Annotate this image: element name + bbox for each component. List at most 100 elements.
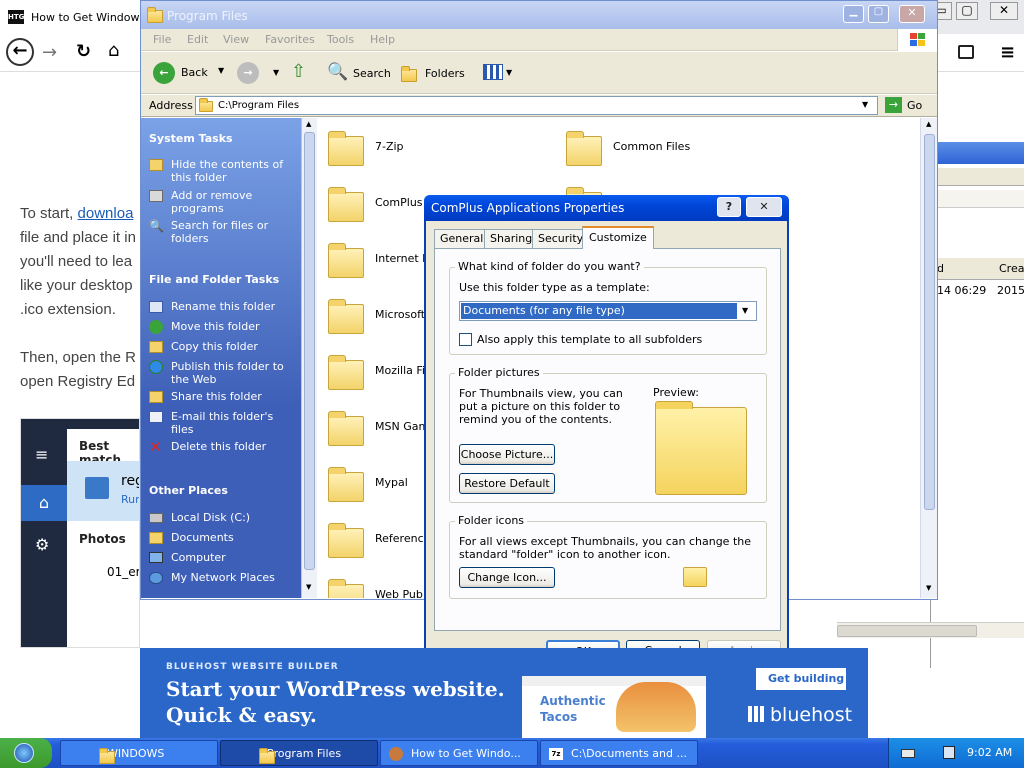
choose-picture-button[interactable]: Choose Picture... xyxy=(459,444,555,465)
clock[interactable]: 9:02 AM xyxy=(967,746,1012,759)
back-arrow-icon[interactable]: ← xyxy=(6,38,34,66)
home-icon[interactable]: ⌂ xyxy=(108,40,119,61)
chevron-down-icon[interactable]: ▼ xyxy=(218,66,224,75)
photos-label: Photos xyxy=(79,532,126,546)
menu-file[interactable]: File xyxy=(153,33,171,46)
tab-general[interactable]: General xyxy=(434,229,490,248)
dropdown-arrow-icon: ▼ xyxy=(742,306,749,315)
folder-item[interactable]: 7-Zip xyxy=(328,128,528,168)
folder-view-icon xyxy=(149,159,163,171)
ad-banner[interactable]: BLUEHOST WEBSITE BUILDER Start your Word… xyxy=(140,648,868,738)
checkbox-box xyxy=(459,333,472,346)
tab-security[interactable]: Security xyxy=(532,229,590,248)
computer-icon xyxy=(149,552,163,563)
folder-icon xyxy=(99,748,115,764)
menu-tools[interactable]: Tools xyxy=(327,33,354,46)
menu-favorites[interactable]: Favorites xyxy=(265,33,315,46)
windows-orb-icon xyxy=(14,743,34,763)
menu-edit[interactable]: Edit xyxy=(187,33,208,46)
menu-view[interactable]: View xyxy=(223,33,249,46)
close-button[interactable]: ✕ xyxy=(899,5,925,23)
chevron-down-icon[interactable]: ▼ xyxy=(273,68,279,77)
folder-item[interactable]: Common Files xyxy=(566,128,766,168)
network-icon xyxy=(149,572,163,584)
ad-preview-card: Authentic Tacos xyxy=(522,676,706,738)
views-button[interactable]: ▼ xyxy=(481,62,515,84)
photo-item[interactable]: 01_er xyxy=(107,565,139,579)
network-tray-icon[interactable] xyxy=(943,746,955,759)
settings-icon[interactable]: ⚙ xyxy=(35,535,49,554)
taskbar-item-program-files[interactable]: Program Files xyxy=(220,740,378,766)
folder-icon xyxy=(328,187,364,222)
reload-icon[interactable]: ↻ xyxy=(76,41,91,62)
column-header[interactable]: d Creat xyxy=(931,258,1024,280)
horizontal-scrollbar[interactable] xyxy=(837,622,1024,638)
dialog-titlebar[interactable]: ComPlus Applications Properties ? ✕ xyxy=(424,195,789,221)
article-text: To start, downloa file and place it in y… xyxy=(20,205,136,390)
dropdown-arrow-icon[interactable]: ▼ xyxy=(862,100,868,109)
address-input[interactable]: C:\Program Files ▼ xyxy=(195,96,878,115)
sidebar-toggle-icon[interactable] xyxy=(958,45,974,59)
taskbar-item-7zip[interactable]: 7z C:\Documents and ... xyxy=(540,740,698,766)
up-folder-icon[interactable]: ⇧ xyxy=(291,62,313,84)
favicon: HTG xyxy=(8,10,24,24)
group-title: Folder pictures xyxy=(455,366,543,379)
copy-icon xyxy=(149,341,163,353)
task-pane: System Tasks Hide the contents of this f… xyxy=(141,118,301,598)
also-apply-checkbox[interactable]: Also apply this template to all subfolde… xyxy=(459,333,719,349)
go-button[interactable]: → Go xyxy=(883,96,933,115)
group-title: Folder icons xyxy=(455,514,528,527)
email-icon xyxy=(149,411,163,423)
programs-icon xyxy=(149,190,163,202)
folder-icon xyxy=(199,98,213,112)
folder-icon xyxy=(328,411,364,446)
minimize-button[interactable]: ▁ xyxy=(843,5,864,23)
hamburger-icon[interactable]: ≡ xyxy=(35,445,48,464)
small-folder-icon xyxy=(683,567,707,587)
close-icon[interactable]: ✕ xyxy=(990,2,1018,20)
folder-icon xyxy=(328,355,364,390)
file-folder-tasks-title: File and Folder Tasks xyxy=(149,273,280,286)
list-row[interactable]: 14 06:29 2015- xyxy=(931,282,1024,300)
folders-button[interactable]: Folders xyxy=(399,60,471,86)
change-icon-button[interactable]: Change Icon... xyxy=(459,567,555,588)
folder-icon xyxy=(328,467,364,502)
search-button[interactable]: 🔍 Search xyxy=(325,60,391,86)
ad-headline-2: Quick & easy. xyxy=(166,703,317,727)
tab-sharing[interactable]: Sharing xyxy=(484,229,539,248)
menu-icon[interactable]: ≡ xyxy=(1000,42,1015,63)
preview-folder-tab xyxy=(655,401,693,409)
maximize-icon[interactable]: ▢ xyxy=(956,2,978,20)
help-button[interactable]: ? xyxy=(717,197,741,217)
delete-x-icon: ✕ xyxy=(149,438,162,456)
taskbar-item-windows[interactable]: WINDOWS xyxy=(60,740,218,766)
7zip-icon: 7z xyxy=(549,748,563,760)
folder-icon xyxy=(328,131,364,166)
explorer-titlebar[interactable]: Program Files ▁ ▢ ✕ xyxy=(141,1,937,29)
window-title: Program Files xyxy=(167,9,248,23)
template-select[interactable]: Documents (for any file type) ▼ xyxy=(459,301,757,321)
system-tray: 9:02 AM xyxy=(888,738,1024,768)
home-icon[interactable]: ⌂ xyxy=(21,485,67,521)
content-scrollbar[interactable]: ▲ ▼ xyxy=(920,118,937,598)
maximize-button[interactable]: ▢ xyxy=(868,5,889,23)
download-link[interactable]: downloa xyxy=(78,205,134,222)
close-button[interactable]: ✕ xyxy=(746,197,782,217)
back-button[interactable]: ← Back ▼ xyxy=(151,60,231,86)
keyboard-icon[interactable] xyxy=(901,749,915,758)
browser-tab[interactable]: HTG How to Get Windows xyxy=(0,0,150,34)
tab-customize[interactable]: Customize xyxy=(582,226,654,249)
dialog-title: ComPlus Applications Properties xyxy=(431,201,625,215)
forward-button[interactable]: → xyxy=(237,62,259,84)
pictures-description: For Thumbnails view, you can put a pictu… xyxy=(459,387,623,426)
forward-arrow-icon[interactable]: → xyxy=(42,42,57,63)
menu-help[interactable]: Help xyxy=(370,33,395,46)
standard-toolbar: ← Back ▼ → ▼ ⇧ 🔍 Search Folders ▼ xyxy=(141,52,937,94)
start-button[interactable] xyxy=(0,738,52,768)
taskbar-item-browser[interactable]: How to Get Windo... xyxy=(380,740,538,766)
result-row[interactable]: reg Run xyxy=(67,461,139,521)
template-label: Use this folder type as a template: xyxy=(459,281,650,294)
tab-title: How to Get Windows xyxy=(31,11,146,24)
restore-default-button[interactable]: Restore Default xyxy=(459,473,555,494)
task-pane-scrollbar[interactable]: ▲ ▼ xyxy=(301,118,317,598)
